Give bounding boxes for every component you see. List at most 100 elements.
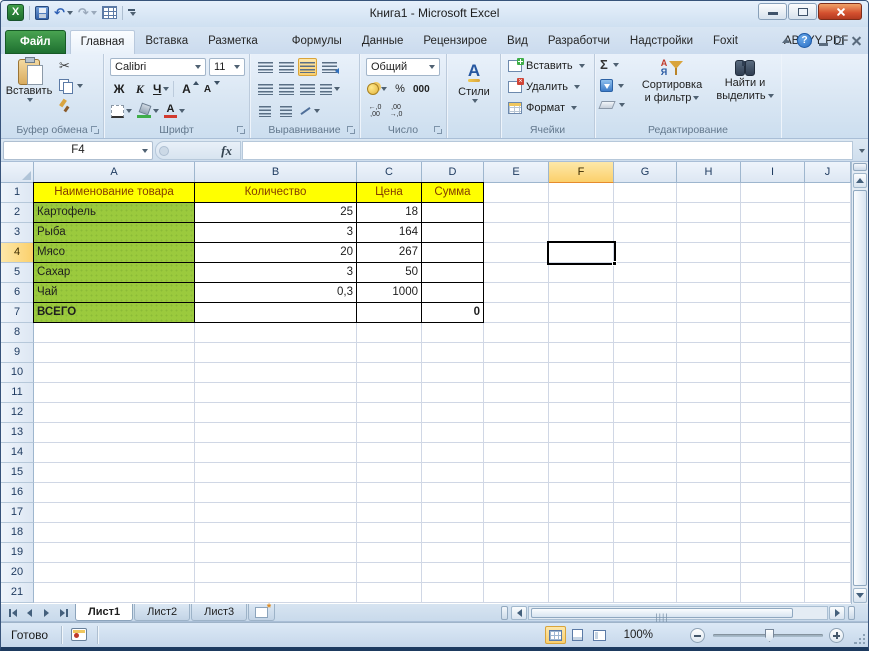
cell-G18[interactable] <box>614 523 677 543</box>
underline-button[interactable]: Ч <box>152 80 170 98</box>
table-header-cell[interactable]: Количество <box>195 183 357 203</box>
cell-C15[interactable] <box>357 463 422 483</box>
cell-H15[interactable] <box>677 463 741 483</box>
column-header-B[interactable]: B <box>195 162 357 183</box>
cell-H18[interactable] <box>677 523 741 543</box>
cell-C21[interactable] <box>357 583 422 603</box>
product-name-cell[interactable]: Чай <box>34 283 195 303</box>
cell-F9[interactable] <box>549 343 614 363</box>
cell-F7[interactable] <box>549 303 614 323</box>
row-header-4[interactable]: 4 <box>1 243 34 263</box>
scroll-left-button[interactable] <box>511 606 527 620</box>
cell-I11[interactable] <box>741 383 805 403</box>
cell-B21[interactable] <box>195 583 357 603</box>
accounting-format-button[interactable] <box>366 80 388 98</box>
sum-cell[interactable] <box>422 283 484 303</box>
row-header-18[interactable]: 18 <box>1 523 34 543</box>
cell-J18[interactable] <box>805 523 851 543</box>
sheet-tab-Лист1[interactable]: Лист1 <box>75 604 134 621</box>
column-header-D[interactable]: D <box>422 162 484 183</box>
row-header-11[interactable]: 11 <box>1 383 34 403</box>
zoom-slider-thumb[interactable] <box>765 629 774 642</box>
tab-Файл[interactable]: Файл <box>5 30 66 54</box>
cell-D20[interactable] <box>422 563 484 583</box>
tab-split-handle[interactable] <box>501 606 508 620</box>
styles-button[interactable]: А Стили <box>452 59 496 121</box>
product-name-cell[interactable]: Сахар <box>34 263 195 283</box>
cell-I20[interactable] <box>741 563 805 583</box>
row-header-7[interactable]: 7 <box>1 303 34 323</box>
cell-E4[interactable] <box>484 243 549 263</box>
quantity-cell[interactable] <box>195 303 357 323</box>
cell-G5[interactable] <box>614 263 677 283</box>
align-left-button[interactable] <box>256 80 274 98</box>
cell-F2[interactable] <box>549 203 614 223</box>
selected-cell[interactable] <box>547 241 617 266</box>
sum-cell[interactable] <box>422 223 484 243</box>
align-middle-button[interactable] <box>277 58 295 76</box>
cell-G20[interactable] <box>614 563 677 583</box>
tab-Надстройки[interactable]: Надстройки <box>620 30 703 54</box>
cell-B15[interactable] <box>195 463 357 483</box>
column-header-E[interactable]: E <box>484 162 549 183</box>
cell-H14[interactable] <box>677 443 741 463</box>
row-header-17[interactable]: 17 <box>1 503 34 523</box>
cell-A20[interactable] <box>34 563 195 583</box>
column-header-J[interactable]: J <box>805 162 851 183</box>
cell-E18[interactable] <box>484 523 549 543</box>
page-break-view-button[interactable] <box>589 626 610 644</box>
cell-F16[interactable] <box>549 483 614 503</box>
cell-D17[interactable] <box>422 503 484 523</box>
cell-E5[interactable] <box>484 263 549 283</box>
cell-G15[interactable] <box>614 463 677 483</box>
cell-F21[interactable] <box>549 583 614 603</box>
zoom-in-button[interactable] <box>829 628 844 643</box>
cell-A8[interactable] <box>34 323 195 343</box>
cell-E14[interactable] <box>484 443 549 463</box>
cell-E13[interactable] <box>484 423 549 443</box>
cell-B8[interactable] <box>195 323 357 343</box>
cell-F17[interactable] <box>549 503 614 523</box>
cell-A9[interactable] <box>34 343 195 363</box>
cell-G21[interactable] <box>614 583 677 603</box>
price-cell[interactable]: 1000 <box>357 283 422 303</box>
cell-B16[interactable] <box>195 483 357 503</box>
price-cell[interactable]: 18 <box>357 203 422 223</box>
cell-G9[interactable] <box>614 343 677 363</box>
cell-F11[interactable] <box>549 383 614 403</box>
cell-F8[interactable] <box>549 323 614 343</box>
cut-button[interactable]: ✂ <box>59 59 70 72</box>
cell-F12[interactable] <box>549 403 614 423</box>
row-header-10[interactable]: 10 <box>1 363 34 383</box>
cell-D10[interactable] <box>422 363 484 383</box>
bold-button[interactable]: Ж <box>110 80 128 98</box>
cell-J19[interactable] <box>805 543 851 563</box>
cell-E21[interactable] <box>484 583 549 603</box>
row-header-15[interactable]: 15 <box>1 463 34 483</box>
tab-Разметка ст[interactable]: Разметка ст <box>198 30 282 70</box>
cell-F19[interactable] <box>549 543 614 563</box>
number-format-select[interactable]: Общий <box>366 58 440 76</box>
clear-button[interactable] <box>598 101 625 109</box>
workbook-close-icon[interactable] <box>851 35 862 46</box>
vertical-scrollbar[interactable] <box>851 162 868 604</box>
cell-D12[interactable] <box>422 403 484 423</box>
row-header-16[interactable]: 16 <box>1 483 34 503</box>
workbook-restore-icon[interactable] <box>835 36 844 45</box>
cell-J2[interactable] <box>805 203 851 223</box>
cell-C20[interactable] <box>357 563 422 583</box>
sort-filter-button[interactable]: АЯ Сортировка и фильтр <box>631 57 713 121</box>
cell-G6[interactable] <box>614 283 677 303</box>
vertical-scroll-thumb[interactable] <box>853 190 867 586</box>
cell-G1[interactable] <box>614 183 677 203</box>
cell-E17[interactable] <box>484 503 549 523</box>
horizontal-scrollbar[interactable]: |||| <box>528 606 828 622</box>
cell-J16[interactable] <box>805 483 851 503</box>
column-header-I[interactable]: I <box>741 162 805 183</box>
wrap-text-button[interactable] <box>320 58 339 76</box>
cell-I7[interactable] <box>741 303 805 323</box>
font-size-select[interactable]: 11 <box>209 58 245 76</box>
column-header-C[interactable]: C <box>357 162 422 183</box>
cell-I5[interactable] <box>741 263 805 283</box>
cell-A17[interactable] <box>34 503 195 523</box>
